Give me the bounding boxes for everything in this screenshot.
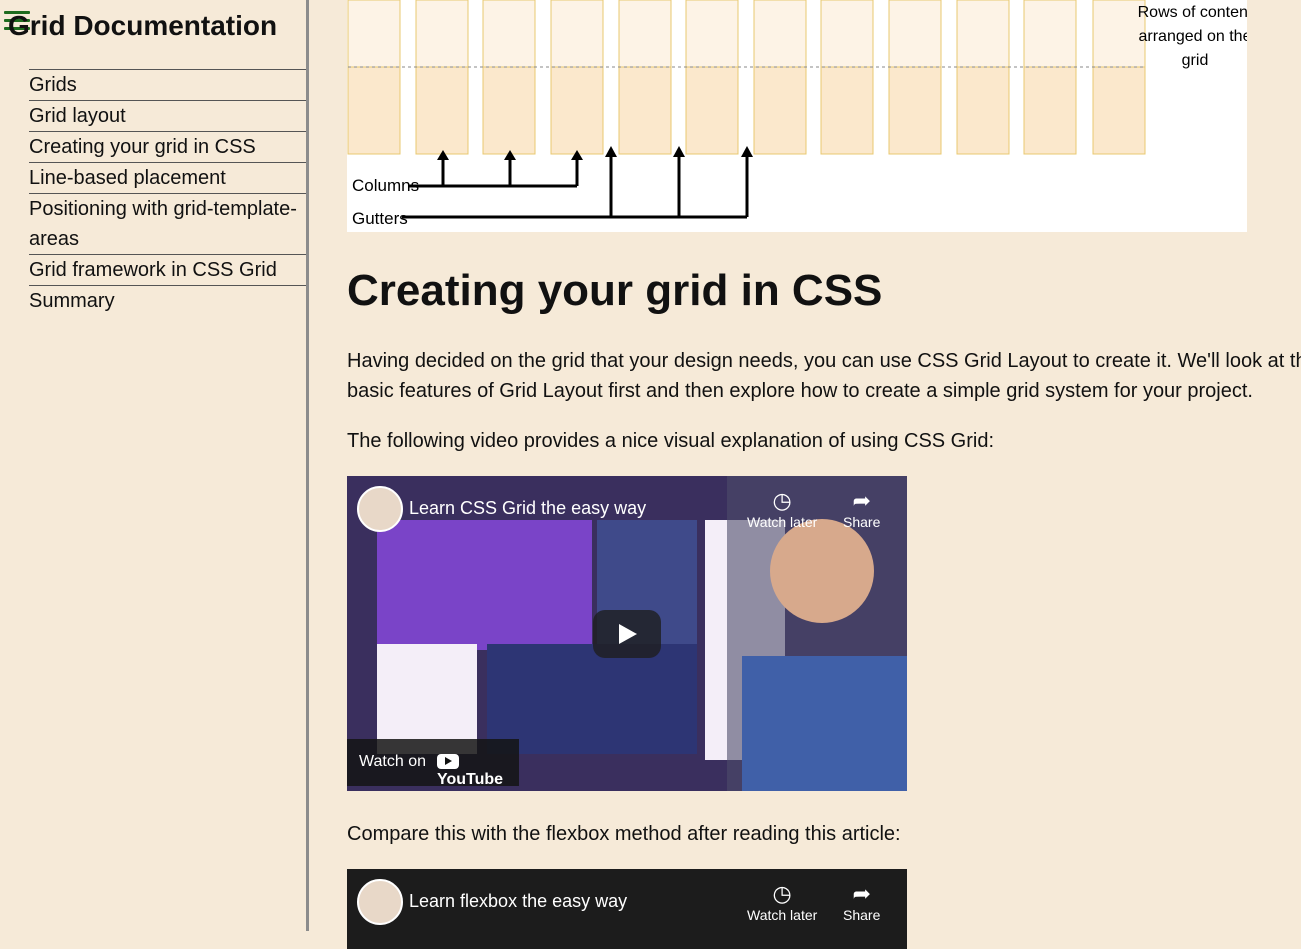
sidebar-item-summary[interactable]: Summary	[29, 285, 306, 316]
rows-label-line-2: arranged on the	[1139, 28, 1247, 45]
share-label: Share	[843, 907, 881, 923]
share-icon: ➦	[852, 881, 871, 906]
flexbox-compare-paragraph: Compare this with the flexbox method aft…	[347, 823, 901, 845]
sidebar-nav: Grids Grid layout Creating your grid in …	[29, 69, 306, 316]
channel-avatar[interactable]	[357, 879, 403, 925]
sidebar-item-line-based[interactable]: Line-based placement	[29, 162, 306, 193]
sidebar-item-grid-layout[interactable]: Grid layout	[29, 100, 306, 131]
watch-later-label: Watch later	[747, 514, 818, 530]
watch-later-label: Watch later	[747, 907, 818, 923]
sidebar-item-template-areas[interactable]: Positioning with grid-template-areas	[29, 193, 306, 254]
play-button[interactable]	[593, 610, 661, 658]
channel-avatar[interactable]	[357, 486, 403, 532]
sidebar: Grid Documentation Grids Grid layout Cre…	[0, 0, 309, 931]
watch-later-button[interactable]: ◷ Watch later	[747, 881, 817, 923]
flexbox-video-embed[interactable]: Learn flexbox the easy way ◷ Watch later…	[347, 869, 907, 949]
intro-paragraph: Having decided on the grid that your des…	[347, 350, 1301, 402]
clock-icon: ◷	[772, 881, 792, 906]
grid-diagram: Columns Gutters Rows of content arranged…	[347, 0, 1253, 232]
sidebar-item-grid-framework[interactable]: Grid framework in CSS Grid	[29, 254, 306, 285]
css-grid-video-embed[interactable]: Learn CSS Grid the easy way ◷ Watch late…	[347, 476, 907, 791]
share-icon: ➦	[852, 488, 871, 513]
sidebar-item-creating-grid[interactable]: Creating your grid in CSS	[29, 131, 306, 162]
grid-diagram-svg: Columns Gutters Rows of content arranged…	[347, 0, 1253, 228]
rows-label-line-3: grid	[1182, 52, 1209, 69]
watch-later-button[interactable]: ◷ Watch later	[747, 488, 817, 530]
video-title[interactable]: Learn flexbox the easy way	[409, 891, 627, 912]
share-label: Share	[843, 514, 881, 530]
columns-label: Columns	[352, 176, 419, 195]
column-arrows	[402, 155, 749, 219]
video-intro-paragraph: The following video provides a nice visu…	[347, 430, 995, 452]
grid-columns	[347, 0, 1146, 155]
rows-label-line-1: Rows of content	[1138, 4, 1247, 21]
main-content: Columns Gutters Rows of content arranged…	[347, 0, 1301, 949]
share-button[interactable]: ➦ Share	[843, 488, 880, 530]
share-button[interactable]: ➦ Share	[843, 881, 880, 923]
gutters-label: Gutters	[352, 209, 408, 228]
youtube-wordmark: YouTube	[437, 771, 504, 788]
clock-icon: ◷	[772, 488, 792, 513]
watch-on-youtube-button[interactable]: Watch on YouTube	[347, 739, 519, 788]
sidebar-title: Grid Documentation	[8, 10, 278, 41]
video-title[interactable]: Learn CSS Grid the easy way	[409, 498, 646, 519]
youtube-logo-icon	[437, 754, 459, 770]
sidebar-item-grids[interactable]: Grids	[29, 69, 306, 100]
watch-on-label: Watch on	[359, 753, 426, 770]
section-heading: Creating your grid in CSS	[347, 266, 883, 315]
